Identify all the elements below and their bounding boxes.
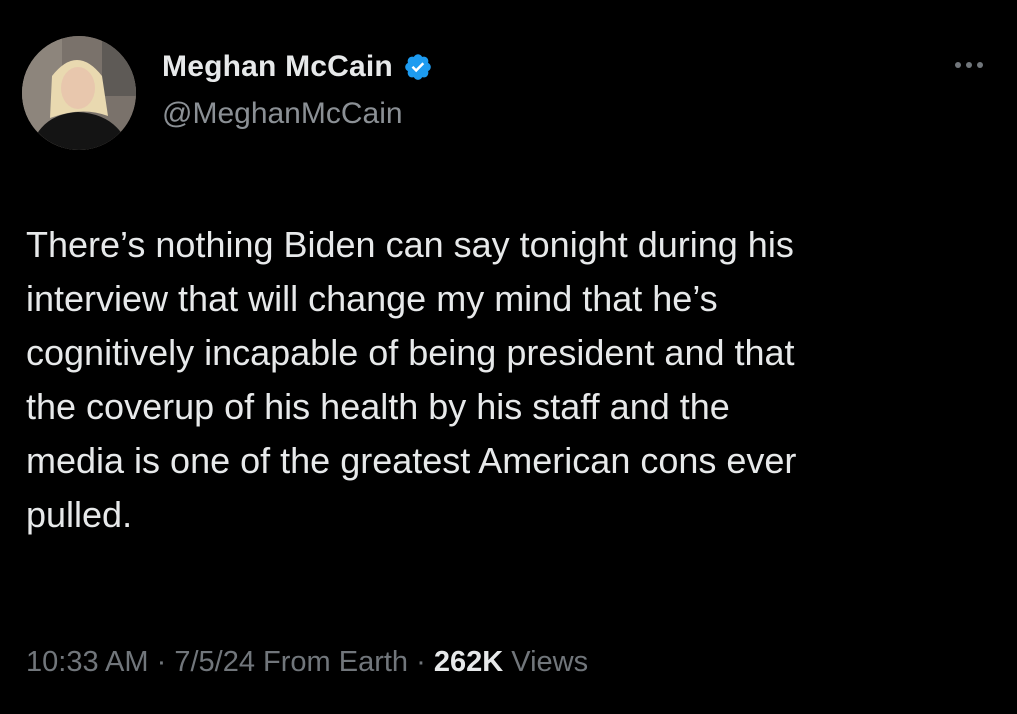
more-options-icon-dot <box>966 62 972 68</box>
views-label: Views <box>511 646 589 678</box>
author-handle[interactable]: @MeghanMcCain <box>162 97 403 131</box>
tweet-source: From Earth <box>263 646 409 678</box>
meta-separator: · <box>416 646 426 678</box>
tweet-text-line: pulled. <box>26 494 133 535</box>
avatar-image <box>22 36 136 150</box>
tweet-text-line: the coverup of his health by his staff a… <box>26 386 730 427</box>
tweet-time[interactable]: 10:33 AM <box>26 646 149 678</box>
author-display-name[interactable]: Meghan McCain <box>162 50 393 84</box>
tweet-text-line: interview that will change my mind that … <box>26 278 718 319</box>
tweet-card: Meghan McCain @MeghanMcCain There’s noth… <box>0 0 1017 714</box>
tweet-text-line: media is one of the greatest American co… <box>26 440 797 481</box>
more-options-button[interactable] <box>944 52 994 78</box>
views-count[interactable]: 262K <box>434 646 503 678</box>
author-name-row: Meghan McCain <box>162 50 433 84</box>
verified-badge-icon[interactable] <box>403 52 433 82</box>
more-options-icon <box>955 62 961 68</box>
more-options-icon-dot <box>977 62 983 68</box>
author-avatar[interactable] <box>22 36 136 150</box>
tweet-date[interactable]: 7/5/24 <box>174 646 255 678</box>
tweet-text: There’s nothing Biden can say tonight du… <box>26 218 996 542</box>
tweet-text-line: There’s nothing Biden can say tonight du… <box>26 224 794 265</box>
meta-separator: · <box>156 646 167 678</box>
tweet-text-line: cognitively incapable of being president… <box>26 332 795 373</box>
tweet-metadata: 10:33 AM · 7/5/24 From Earth · 262K View… <box>26 646 588 679</box>
